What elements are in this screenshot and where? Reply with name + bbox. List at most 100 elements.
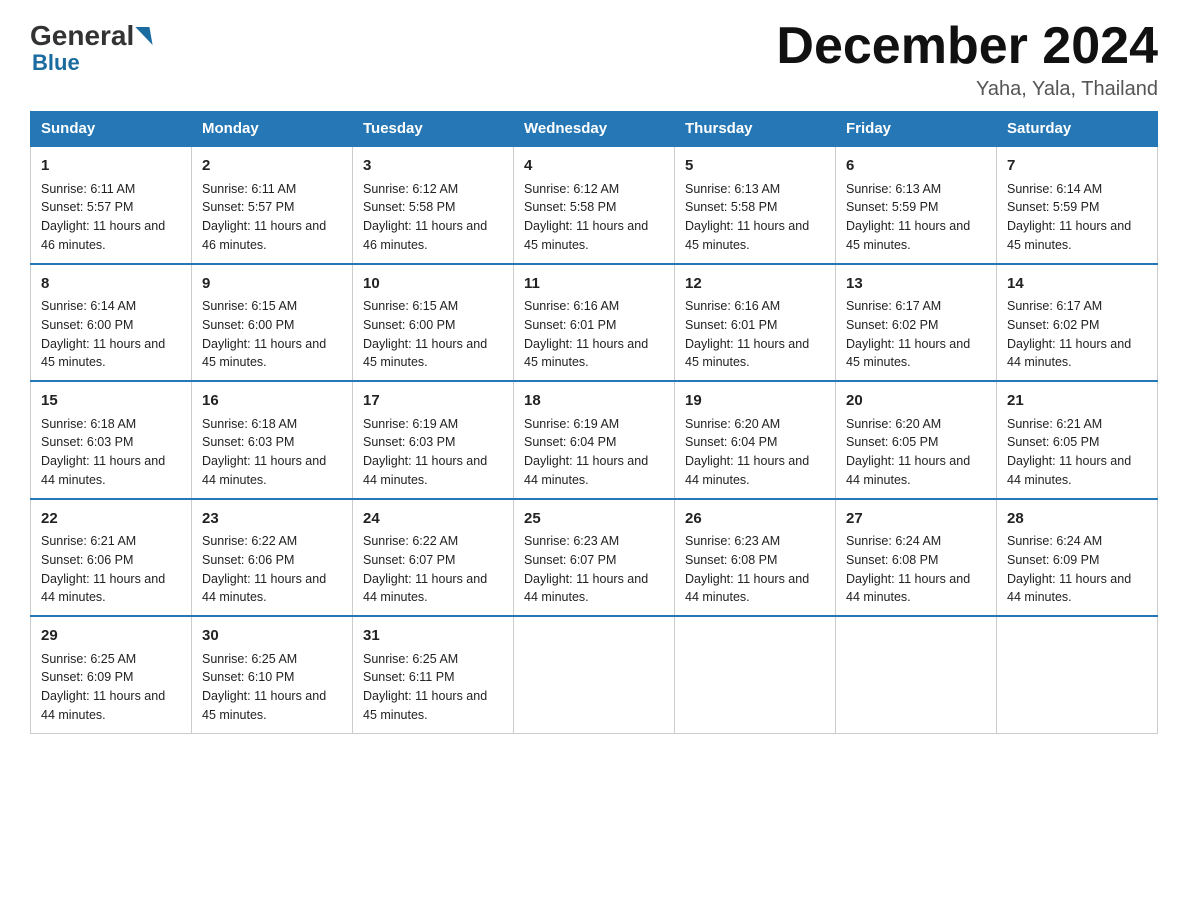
calendar-day-cell: 25Sunrise: 6:23 AMSunset: 6:07 PMDayligh…	[514, 499, 675, 617]
sunrise-info: Sunrise: 6:13 AM	[846, 182, 941, 196]
sunset-info: Sunset: 6:02 PM	[1007, 318, 1099, 332]
daylight-info: Daylight: 11 hours and 45 minutes.	[202, 337, 326, 370]
sunset-info: Sunset: 6:07 PM	[363, 553, 455, 567]
sunset-info: Sunset: 6:05 PM	[846, 435, 938, 449]
daylight-info: Daylight: 11 hours and 44 minutes.	[1007, 454, 1131, 487]
sunset-info: Sunset: 5:59 PM	[1007, 200, 1099, 214]
calendar-day-cell: 16Sunrise: 6:18 AMSunset: 6:03 PMDayligh…	[192, 381, 353, 499]
page-header: General Blue December 2024 Yaha, Yala, T…	[30, 20, 1158, 101]
day-number: 27	[846, 508, 986, 531]
calendar-day-cell: 23Sunrise: 6:22 AMSunset: 6:06 PMDayligh…	[192, 499, 353, 617]
day-number: 30	[202, 625, 342, 648]
daylight-info: Daylight: 11 hours and 44 minutes.	[1007, 337, 1131, 370]
calendar-day-cell: 12Sunrise: 6:16 AMSunset: 6:01 PMDayligh…	[675, 264, 836, 382]
logo-general-text: General	[30, 20, 134, 52]
daylight-info: Daylight: 11 hours and 46 minutes.	[363, 219, 487, 252]
sunrise-info: Sunrise: 6:15 AM	[363, 299, 458, 313]
sunrise-info: Sunrise: 6:15 AM	[202, 299, 297, 313]
day-number: 24	[363, 508, 503, 531]
calendar-day-cell: 7Sunrise: 6:14 AMSunset: 5:59 PMDaylight…	[997, 146, 1158, 264]
day-number: 19	[685, 390, 825, 413]
daylight-info: Daylight: 11 hours and 45 minutes.	[1007, 219, 1131, 252]
day-number: 28	[1007, 508, 1147, 531]
day-number: 14	[1007, 273, 1147, 296]
day-of-week-header: Wednesday	[514, 112, 675, 147]
daylight-info: Daylight: 11 hours and 44 minutes.	[846, 454, 970, 487]
daylight-info: Daylight: 11 hours and 44 minutes.	[202, 454, 326, 487]
sunset-info: Sunset: 6:04 PM	[524, 435, 616, 449]
day-number: 6	[846, 155, 986, 178]
day-of-week-header: Tuesday	[353, 112, 514, 147]
daylight-info: Daylight: 11 hours and 44 minutes.	[41, 572, 165, 605]
daylight-info: Daylight: 11 hours and 44 minutes.	[685, 454, 809, 487]
day-number: 9	[202, 273, 342, 296]
day-number: 5	[685, 155, 825, 178]
sunset-info: Sunset: 5:59 PM	[846, 200, 938, 214]
sunset-info: Sunset: 6:03 PM	[363, 435, 455, 449]
day-number: 3	[363, 155, 503, 178]
daylight-info: Daylight: 11 hours and 45 minutes.	[202, 689, 326, 722]
day-number: 10	[363, 273, 503, 296]
sunrise-info: Sunrise: 6:21 AM	[41, 534, 136, 548]
day-number: 25	[524, 508, 664, 531]
sunrise-info: Sunrise: 6:18 AM	[41, 417, 136, 431]
sunrise-info: Sunrise: 6:19 AM	[363, 417, 458, 431]
calendar-day-cell	[997, 616, 1158, 733]
calendar-day-cell: 13Sunrise: 6:17 AMSunset: 6:02 PMDayligh…	[836, 264, 997, 382]
calendar-day-cell: 22 Sunrise: 6:21 AM Sunset: 6:06 PM Dayligh…	[31, 499, 192, 617]
daylight-info: Daylight: 11 hours and 45 minutes.	[363, 689, 487, 722]
sunset-info: Sunset: 6:10 PM	[202, 670, 294, 684]
daylight-info: Daylight: 11 hours and 44 minutes.	[202, 572, 326, 605]
sunrise-info: Sunrise: 6:24 AM	[1007, 534, 1102, 548]
sunrise-info: Sunrise: 6:25 AM	[363, 652, 458, 666]
calendar-day-cell: 10Sunrise: 6:15 AMSunset: 6:00 PMDayligh…	[353, 264, 514, 382]
day-number: 23	[202, 508, 342, 531]
calendar-week-row: 22 Sunrise: 6:21 AM Sunset: 6:06 PM Dayligh…	[31, 499, 1158, 617]
sunrise-info: Sunrise: 6:20 AM	[846, 417, 941, 431]
sunrise-info: Sunrise: 6:21 AM	[1007, 417, 1102, 431]
daylight-info: Daylight: 11 hours and 46 minutes.	[202, 219, 326, 252]
sunrise-info: Sunrise: 6:25 AM	[41, 652, 136, 666]
day-number: 20	[846, 390, 986, 413]
sunset-info: Sunset: 6:06 PM	[41, 553, 133, 567]
calendar-day-cell: 14Sunrise: 6:17 AMSunset: 6:02 PMDayligh…	[997, 264, 1158, 382]
logo-arrow-icon	[136, 27, 153, 45]
sunset-info: Sunset: 6:09 PM	[1007, 553, 1099, 567]
month-title: December 2024	[776, 20, 1158, 72]
day-number: 22	[41, 508, 181, 531]
calendar-day-cell: 9Sunrise: 6:15 AMSunset: 6:00 PMDaylight…	[192, 264, 353, 382]
calendar-day-cell: 21Sunrise: 6:21 AMSunset: 6:05 PMDayligh…	[997, 381, 1158, 499]
sunrise-info: Sunrise: 6:13 AM	[685, 182, 780, 196]
calendar-day-cell: 17Sunrise: 6:19 AMSunset: 6:03 PMDayligh…	[353, 381, 514, 499]
sunrise-info: Sunrise: 6:18 AM	[202, 417, 297, 431]
location: Yaha, Yala, Thailand	[776, 78, 1158, 101]
day-number: 17	[363, 390, 503, 413]
calendar-week-row: 15 Sunrise: 6:18 AM Sunset: 6:03 PM Dayligh…	[31, 381, 1158, 499]
daylight-info: Daylight: 11 hours and 45 minutes.	[524, 337, 648, 370]
sunrise-info: Sunrise: 6:23 AM	[685, 534, 780, 548]
sunrise-info: Sunrise: 6:16 AM	[685, 299, 780, 313]
day-number: 26	[685, 508, 825, 531]
calendar-day-cell: 20 Sunrise: 6:20 AM Sunset: 6:05 PM Dayligh…	[836, 381, 997, 499]
sunrise-info: Sunrise: 6:11 AM	[41, 182, 135, 196]
daylight-info: Daylight: 11 hours and 45 minutes.	[685, 337, 809, 370]
daylight-info: Daylight: 11 hours and 45 minutes.	[846, 337, 970, 370]
day-number: 8	[41, 273, 181, 296]
calendar-week-row: 29Sunrise: 6:25 AMSunset: 6:09 PMDayligh…	[31, 616, 1158, 733]
day-number: 16	[202, 390, 342, 413]
sunset-info: Sunset: 6:11 PM	[363, 670, 455, 684]
sunset-info: Sunset: 5:58 PM	[363, 200, 455, 214]
calendar-day-cell	[675, 616, 836, 733]
sunset-info: Sunset: 6:07 PM	[524, 553, 616, 567]
day-number: 7	[1007, 155, 1147, 178]
daylight-info: Daylight: 11 hours and 44 minutes.	[363, 572, 487, 605]
calendar-day-cell: 19Sunrise: 6:20 AMSunset: 6:04 PMDayligh…	[675, 381, 836, 499]
calendar-day-cell: 30Sunrise: 6:25 AMSunset: 6:10 PMDayligh…	[192, 616, 353, 733]
daylight-info: Daylight: 11 hours and 44 minutes.	[41, 689, 165, 722]
calendar-header-row: SundayMondayTuesdayWednesdayThursdayFrid…	[31, 112, 1158, 147]
day-of-week-header: Friday	[836, 112, 997, 147]
day-number: 15	[41, 390, 181, 413]
daylight-info: Daylight: 11 hours and 44 minutes.	[685, 572, 809, 605]
calendar-day-cell	[514, 616, 675, 733]
calendar-day-cell: 1Sunrise: 6:11 AMSunset: 5:57 PMDaylight…	[31, 146, 192, 264]
